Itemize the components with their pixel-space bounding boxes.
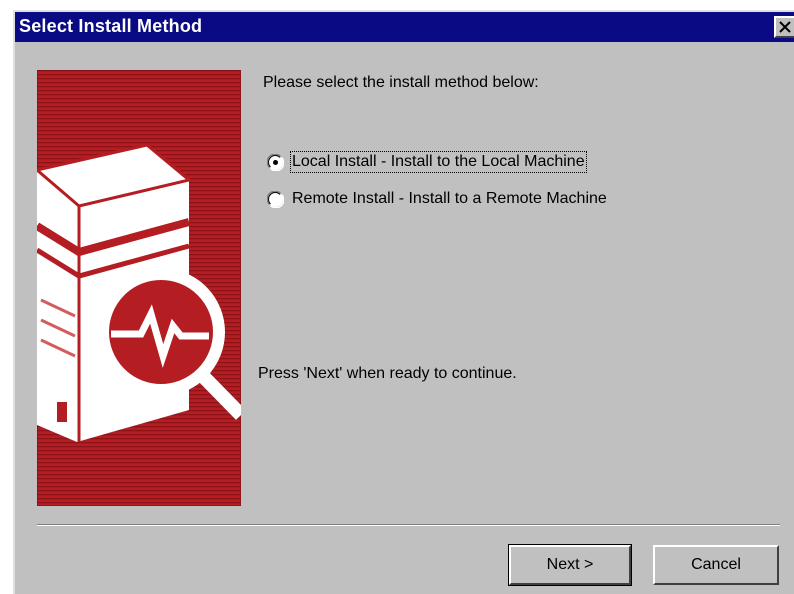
cancel-button[interactable]: Cancel — [653, 545, 779, 585]
setup-banner-image — [37, 70, 241, 506]
radio-selected-icon[interactable] — [267, 154, 284, 171]
radio-unselected-icon[interactable] — [267, 191, 284, 208]
continue-instruction: Press 'Next' when ready to continue. — [258, 365, 517, 382]
server-magnifier-icon — [37, 70, 241, 506]
dialog-title: Select Install Method — [19, 16, 203, 36]
local-install-option[interactable]: Local Install - Install to the Local Mac… — [267, 151, 637, 176]
local-install-label[interactable]: Local Install - Install to the Local Mac… — [290, 151, 587, 173]
next-button[interactable]: Next > — [508, 544, 632, 586]
remote-install-label[interactable]: Remote Install - Install to a Remote Mac… — [292, 190, 607, 208]
close-button[interactable] — [774, 16, 794, 38]
close-icon — [779, 21, 791, 33]
remote-install-option[interactable]: Remote Install - Install to a Remote Mac… — [267, 189, 657, 213]
install-method-prompt: Please select the install method below: — [263, 74, 539, 91]
button-separator — [37, 524, 780, 526]
install-dialog: Select Install Method Please select the … — [13, 10, 794, 594]
title-bar[interactable]: Select Install Method — [15, 12, 794, 42]
